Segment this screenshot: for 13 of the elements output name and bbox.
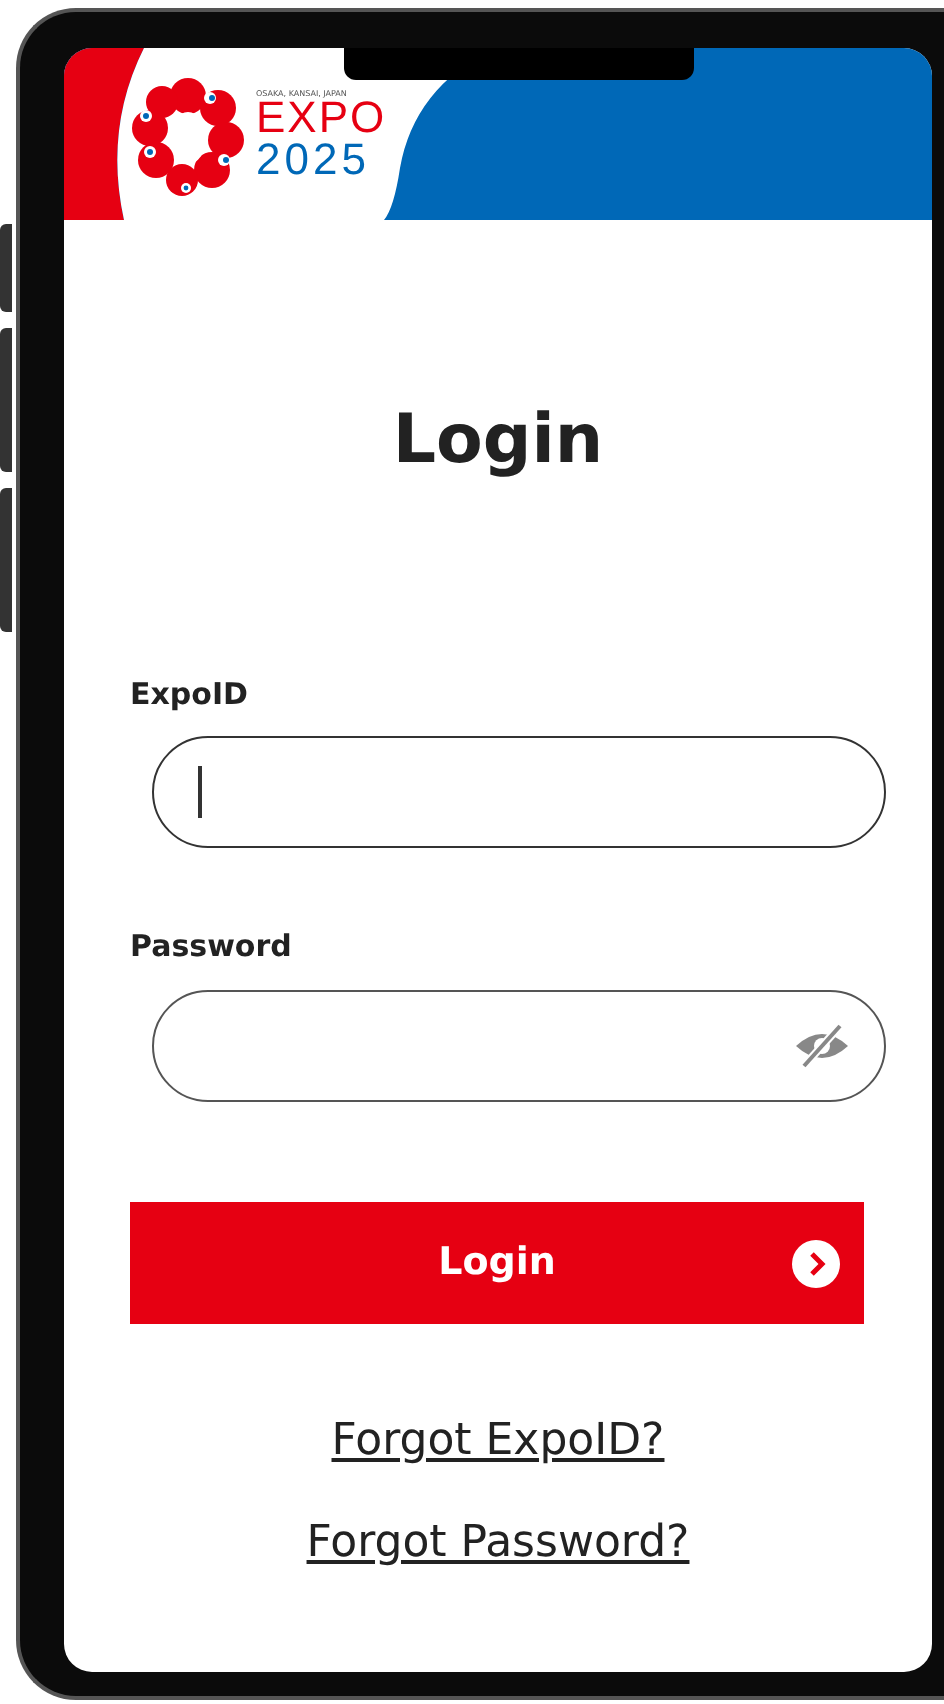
logo-ring-icon — [128, 76, 248, 196]
password-field[interactable] — [152, 989, 886, 1102]
eye-slash-icon[interactable] — [792, 1023, 852, 1068]
text-link[interactable]: Forgot ExpoID? — [331, 1407, 665, 1474]
chevron-right-icon — [792, 1239, 840, 1288]
field-label: ExpoID — [130, 673, 250, 716]
input-field[interactable] — [152, 736, 886, 849]
logo-year: 2025 — [256, 140, 372, 182]
page-title: Login — [390, 400, 606, 482]
login-button[interactable]: Login — [130, 1201, 864, 1324]
text-link[interactable]: Forgot Password? — [306, 1509, 690, 1576]
field-label: Password — [130, 926, 294, 969]
logo-wordmark: EXPO — [256, 98, 387, 140]
